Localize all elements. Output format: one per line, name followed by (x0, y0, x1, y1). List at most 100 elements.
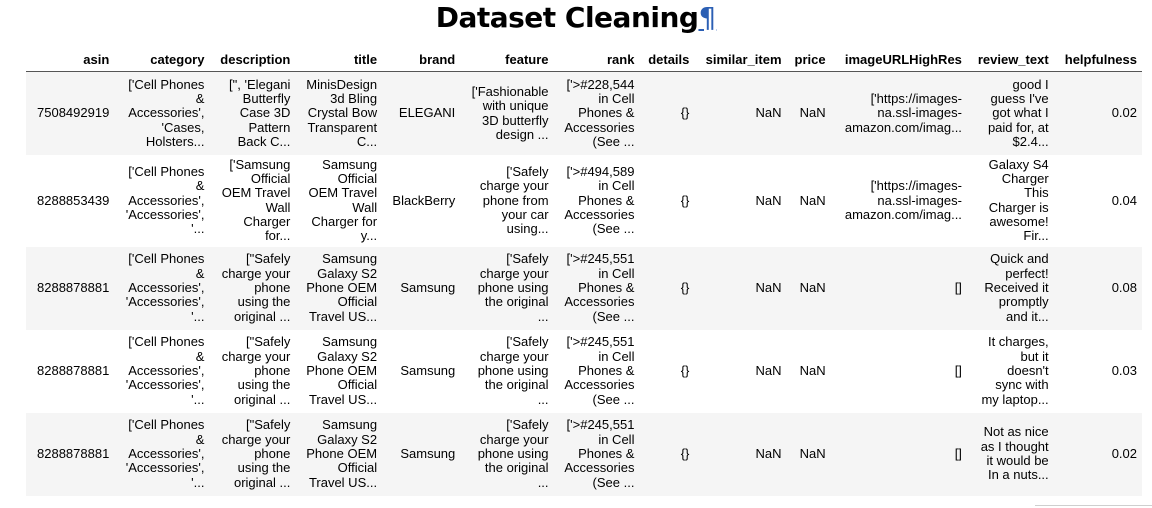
page-title: Dataset Cleaning (435, 1, 699, 34)
cell-line: Phone OEM (306, 279, 378, 295)
cell-line: (See ... (592, 308, 635, 324)
cell-line: in Cell (598, 265, 635, 281)
cell-line: Samsung (400, 445, 456, 461)
cell-line: ["Safely (246, 251, 291, 267)
cell-line: charge your (479, 431, 549, 447)
column-header-brand: brand (382, 51, 461, 73)
cell-line: NaN (755, 445, 782, 461)
cell-line: Official (337, 171, 378, 187)
cell-line: Samsung (322, 251, 378, 267)
cell-line: ['>#245,551 (566, 334, 635, 350)
cell-line: NaN (799, 192, 826, 208)
table-row: 8288878881 ['Cell Phones & Accessories', 'Ac… (26, 412, 1142, 496)
table-row: 8288878881 ['Cell Phones & Accessories', 'Ac… (26, 246, 1142, 330)
cell-category: ['Cell Phones & Accessories', 'Accessories'… (114, 155, 209, 247)
cell-line: '... (191, 391, 205, 407)
cell-line: ['Safely (506, 163, 549, 179)
cell-description: [", 'Elegani Butterfly Case 3D Pattern Back … (209, 72, 295, 155)
column-header-similar-item: similar_item (694, 51, 787, 73)
column-header-review-text: review_text (966, 51, 1054, 73)
cell-line: Accessories (564, 460, 635, 476)
cell-line: ['https://images- (870, 178, 962, 194)
cell-line: Crystal Bow (307, 105, 378, 121)
cell-rank: ['>#245,551 in Cell Phones & Accessories (Se… (554, 330, 640, 413)
cell-rank: ['>#494,589 in Cell Phones & Accessories (Se… (554, 155, 640, 247)
cell-line: Phones & (578, 105, 635, 121)
cell-line: na.ssl-images- (877, 105, 962, 121)
cell-line: using... (506, 221, 549, 237)
cell-line: & (195, 265, 205, 281)
header-row: asin category description title brand feature… (26, 51, 1142, 73)
cell-line: This (1024, 185, 1049, 201)
cell-line: Samsung (322, 334, 378, 350)
cell-line: 0.02 (1111, 105, 1137, 121)
cell-line: '... (191, 474, 205, 490)
cell-line: the original (484, 294, 549, 310)
cell-line: ['Cell Phones (128, 417, 205, 433)
anchor-link[interactable]: ¶ (698, 1, 716, 34)
cell-description: ["Safely charge your phone using the origina… (209, 413, 295, 496)
table-header: asin category description title brand feature… (26, 51, 1142, 73)
cell-line: Samsung (322, 156, 378, 172)
cell-line: your car (501, 206, 549, 222)
cell-line: but it (1020, 348, 1049, 364)
cell-helpfulness: 0.02 (1054, 413, 1142, 496)
table-row: 8288878881 ['Cell Phones & Accessories', 'Ac… (26, 329, 1142, 413)
cell-line: NaN (755, 279, 782, 295)
cell-line: Accessories (564, 119, 635, 135)
cell-line: & (195, 91, 205, 107)
cell-asin: 8288853439 (37, 192, 110, 208)
cell-review-text: It charges, but it doesn't sync with my lapt… (967, 330, 1054, 413)
cell-line: Case 3D (239, 105, 291, 121)
cell-line: promptly (998, 294, 1049, 310)
cell-line: [] (954, 362, 962, 378)
cell-rank: ['>#228,544 in Cell Phones & Accessories (Se… (554, 72, 640, 155)
cell-line: Travel US... (308, 474, 378, 490)
cell-rank: ['>#245,551 in Cell Phones & Accessories (Se… (554, 247, 640, 330)
cell-category: ['Cell Phones & Accessories', 'Accessories'… (114, 247, 209, 330)
cell-line: Accessories (564, 206, 635, 222)
cell-line: Butterfly (242, 91, 291, 107)
cell-line: {} (680, 279, 690, 295)
cell-line: & (195, 178, 205, 194)
cell-line: Travel US... (308, 308, 378, 324)
cell-line: amazon.com/imag... (844, 206, 962, 222)
cell-line: got what I (992, 105, 1049, 121)
cell-line: ['Cell Phones (128, 163, 205, 179)
cell-line: (See ... (592, 221, 635, 237)
cell-line: the original (484, 377, 549, 393)
cell-line: y... (360, 228, 378, 244)
cell-line: Accessories', (128, 105, 205, 121)
cell-line: phone (254, 279, 291, 295)
cell-line: ['Safely (506, 251, 549, 267)
cell-line: charge your (221, 348, 291, 364)
cell-line: 'Accessories', (125, 294, 205, 310)
page-heading: Dataset Cleaning¶ (0, 0, 1152, 40)
cell-line: Accessories (564, 377, 635, 393)
cell-line: it would be (986, 453, 1049, 469)
cell-line: the original (484, 460, 549, 476)
cell-line: Accessories', (128, 362, 205, 378)
cell-line: Galaxy S2 (317, 265, 378, 281)
cell-line: NaN (799, 445, 826, 461)
cell-imageurlhighres: [] (831, 330, 967, 413)
cell-imageurlhighres: [] (831, 247, 967, 330)
column-header-asin: asin (26, 51, 115, 73)
cell-line: original ... (233, 474, 291, 490)
table-body: 7508492919 ['Cell Phones & Accessories', 'Ca… (26, 71, 1142, 496)
cell-line: [", 'Elegani (229, 76, 291, 92)
cell-description: ["Safely charge your phone using the origina… (209, 247, 295, 330)
cell-line: ['Safely (506, 334, 549, 350)
cell-line: ['Samsung (229, 156, 291, 172)
cell-line: 0.03 (1111, 362, 1137, 378)
cell-line: phone from (482, 192, 549, 208)
cell-helpfulness: 0.08 (1054, 247, 1142, 330)
cell-price: NaN (787, 247, 831, 330)
cell-line: In a nuts... (987, 467, 1049, 483)
cell-line: 0.08 (1111, 279, 1137, 295)
cell-line: & (195, 348, 205, 364)
cell-brand: Samsung (382, 330, 460, 413)
cell-line: (See ... (592, 474, 635, 490)
cell-line: design ... (495, 126, 549, 142)
cell-title: MinisDesign 3d Bling Crystal Bow Transparen… (295, 72, 382, 155)
